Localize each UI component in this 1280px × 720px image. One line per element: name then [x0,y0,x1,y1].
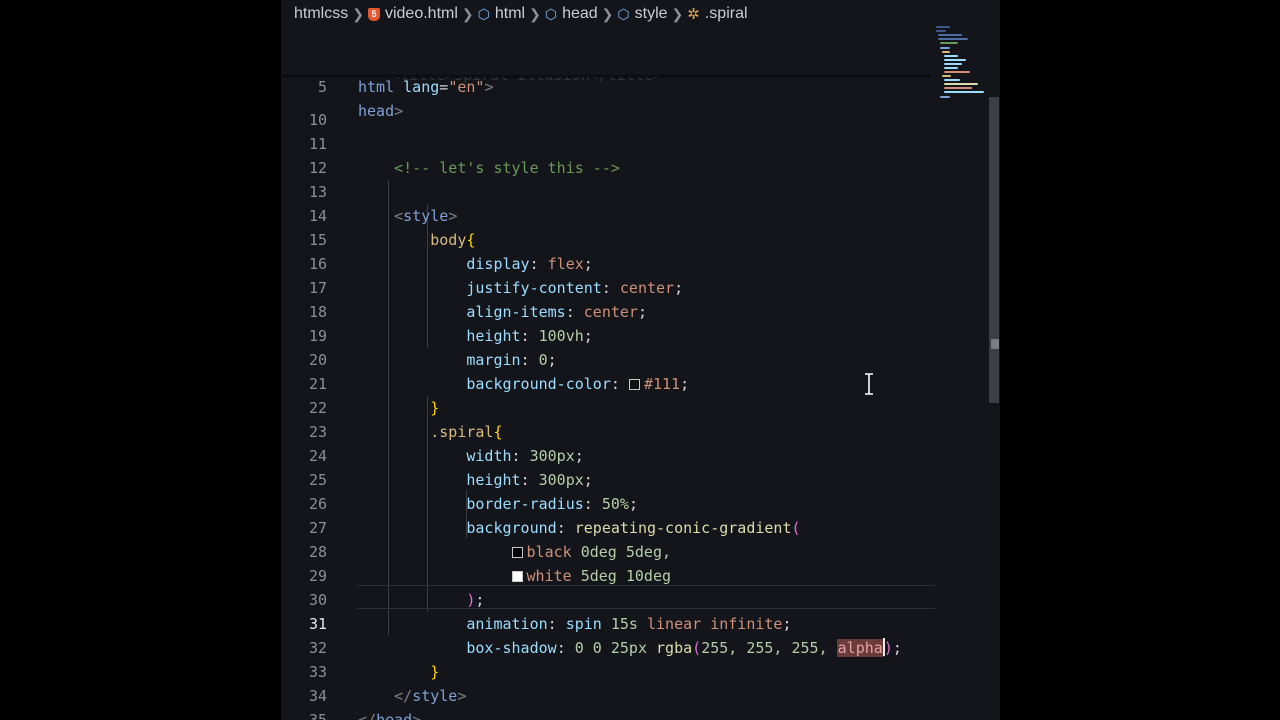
code-line[interactable]: 33 </style> [281,636,931,705]
code-line[interactable]: 25 border-radius: 50%; [281,444,931,513]
breadcrumb-item-head[interactable]: ⬡ head [545,5,598,23]
breadcrumb-label: video.html [384,5,458,22]
code-line[interactable]: 17 align-items: center; [281,252,931,321]
code-line[interactable]: 13 <style> [281,156,931,225]
line-number: 35 [308,711,327,720]
code-line[interactable]: 27 black 0deg 5deg, [281,492,931,561]
code-line[interactable]: 34 </head> [281,660,931,720]
breadcrumb-item-spiral[interactable]: ✲ .spiral [687,5,747,23]
sticky-line[interactable]: 5 head> [281,51,931,120]
breadcrumb-label: html [494,5,526,22]
breadcrumb-label: htmlcss [294,5,349,22]
html5-icon: 5 [367,7,380,21]
vertical-scrollbar[interactable] [989,97,999,403]
chevron-right-icon: ❯ [352,5,364,22]
code-line[interactable]: 31 box-shadow: 0 0 25px rgba(255, 255, 2… [281,588,931,657]
code-editor[interactable]: htmlcss ❯ 5 video.html ❯ ⬡ html ❯ ⬡ head… [281,0,1000,720]
chevron-right-icon: ❯ [671,5,684,22]
breadcrumb-item-html[interactable]: ⬡ html [478,5,525,23]
chevron-right-icon: ❯ [461,5,474,22]
code-line[interactable]: 20 background-color: #111; [281,324,931,393]
ibeam-cursor-icon [865,373,873,395]
code-line[interactable]: 26 background: repeating-conic-gradient( [281,468,931,537]
breadcrumb: htmlcss ❯ 5 video.html ❯ ⬡ html ❯ ⬡ head… [281,0,931,28]
code-line[interactable]: 16 justify-content: center; [281,228,931,297]
code-line[interactable]: 35 body> [281,684,931,720]
breadcrumb-label: .spiral [704,5,748,22]
code-line[interactable]: 24 height: 300px; [281,420,931,489]
breadcrumb-label: style [634,5,668,22]
code-line[interactable]: 21 } [281,348,931,417]
code-line[interactable]: 15 display: flex; [281,204,931,273]
code-text: head> [358,102,404,120]
code-line[interactable]: 23 width: 300px; [281,396,931,465]
sticky-line[interactable]: 4 html lang="en"> [281,27,931,96]
code-line[interactable]: 29 ); [281,540,931,609]
code-line[interactable]: 28 white 5deg 10deg [281,516,931,585]
code-line[interactable]: 22 .spiral{ [281,372,931,441]
breadcrumb-item-file[interactable]: 5 video.html [367,5,458,23]
cube-icon: ⬡ [544,5,558,22]
sticky-scroll-shadow [281,75,931,79]
code-text: </head> [358,711,422,720]
cube-icon: ⬡ [477,5,490,22]
chevron-right-icon: ❯ [601,5,614,22]
code-line[interactable]: 12 [281,132,931,177]
css-selector-icon: ✲ [687,6,700,23]
code-line[interactable]: 14 body{ [281,180,931,249]
cube-icon: ⬡ [617,5,630,22]
breadcrumb-item-folder[interactable]: htmlcss [294,5,348,23]
code-line[interactable]: 30 animation: spin 15s linear infinite; [281,564,931,633]
minimap[interactable] [932,22,990,102]
chevron-right-icon: ❯ [529,5,541,22]
code-line[interactable]: 32 } [281,612,931,681]
code-line[interactable]: 19 margin: 0; [281,300,931,369]
code-line[interactable]: 18 height: 100vh; [281,276,931,345]
breadcrumb-item-style[interactable]: ⬡ style [617,5,667,23]
breadcrumb-label: head [562,5,598,22]
scrollbar-position-marker [991,339,999,349]
